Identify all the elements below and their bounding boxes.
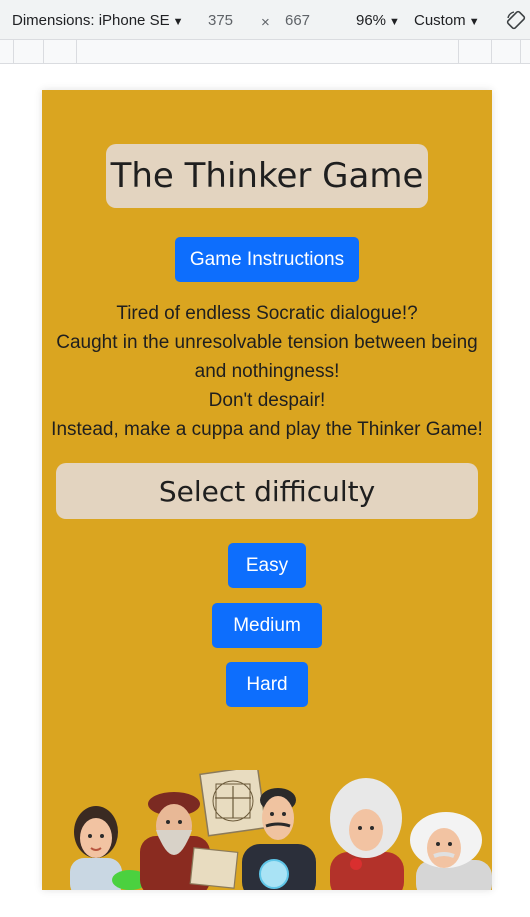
- times-icon: ×: [261, 14, 270, 31]
- device-viewport: The Thinker Game Game Instructions Tired…: [42, 90, 492, 890]
- ruler-tick: [458, 40, 459, 63]
- hard-button[interactable]: Hard: [226, 662, 308, 707]
- ruler-tick: [13, 40, 14, 63]
- dimensions-label: Dimensions: iPhone SE: [12, 12, 170, 29]
- intro-line: Caught in the unresolvable tension betwe…: [56, 332, 478, 353]
- ruler-tick: [520, 40, 521, 63]
- chevron-down-icon: ▼: [389, 16, 400, 28]
- height-input[interactable]: 667: [285, 12, 310, 29]
- intro-line: Instead, make a cuppa and play the Think…: [51, 419, 483, 440]
- media-query-ruler: [0, 40, 530, 64]
- page-title: The Thinker Game: [106, 144, 428, 208]
- dimensions-dropdown[interactable]: Dimensions: iPhone SE ▼: [12, 12, 183, 29]
- chevron-down-icon: ▼: [172, 16, 184, 28]
- einstein-figure: [410, 812, 492, 890]
- zoom-dropdown[interactable]: 96% ▼: [356, 12, 400, 29]
- zoom-label: 96%: [356, 12, 387, 29]
- ruler-tick: [76, 40, 77, 63]
- throttle-label: Custom: [414, 12, 466, 29]
- width-input[interactable]: 375: [208, 12, 233, 29]
- difficulty-heading: Select difficulty: [56, 463, 478, 519]
- intro-line: Tired of endless Socratic dialogue!?: [116, 303, 418, 324]
- newton-figure: [330, 778, 404, 890]
- medium-button[interactable]: Medium: [212, 603, 322, 648]
- thinkers-illustration: [70, 770, 492, 890]
- throttle-dropdown[interactable]: Custom ▼: [414, 12, 480, 29]
- ruler-tick: [491, 40, 492, 63]
- intro-line: and nothingness!: [194, 361, 340, 382]
- rotate-icon[interactable]: [506, 10, 526, 30]
- device-toolbar: Dimensions: iPhone SE ▼ 375 × 667 96% ▼ Cu…: [0, 0, 530, 40]
- intro-line: Don't despair!: [208, 390, 326, 411]
- easy-button[interactable]: Easy: [228, 543, 306, 588]
- game-instructions-button[interactable]: Game Instructions: [175, 237, 359, 282]
- woman-thinker-figure: [70, 806, 148, 890]
- ruler-tick: [43, 40, 44, 63]
- chevron-down-icon: ▼: [468, 16, 480, 28]
- intro-text: Tired of endless Socratic dialogue!? Cau…: [42, 299, 492, 444]
